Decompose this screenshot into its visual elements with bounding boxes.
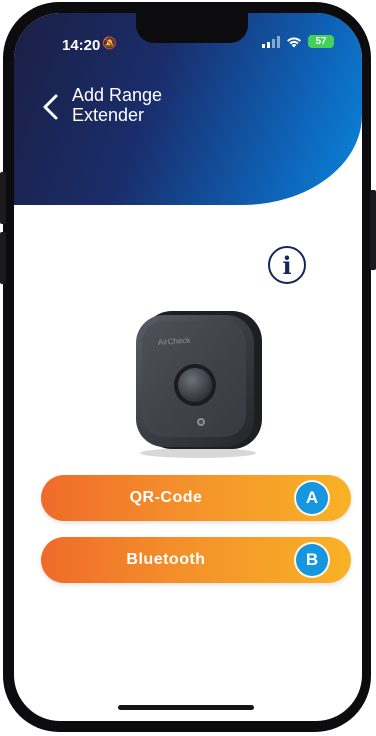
bell-slash-icon: 🔕 [102,36,117,50]
battery-icon: 57 [308,35,334,48]
option-a-badge: A [296,482,328,514]
page-title: Add Range Extender [72,85,163,125]
chevron-left-icon [43,94,58,120]
camera-notch [136,13,248,43]
wifi-icon [287,37,301,47]
screen: 14:20 🔕 57 Add Range Extender i AirCheck… [14,13,362,721]
info-icon: i [282,250,292,280]
volume-down-side-button [0,232,6,284]
qr-code-button[interactable]: QR-Code A [41,475,351,521]
bluetooth-label: Bluetooth [126,551,206,568]
back-button[interactable] [40,87,62,127]
bluetooth-button[interactable]: Bluetooth B [41,537,351,583]
power-side-button [370,190,376,270]
info-button[interactable]: i [268,246,306,284]
volume-up-side-button [0,172,6,224]
option-b-badge: B [296,544,328,576]
qr-code-label: QR-Code [129,489,203,506]
status-indicators: 57 [262,35,334,48]
range-extender-device-image: AirCheck [136,311,262,458]
cellular-signal-icon [262,35,280,48]
status-time: 14:20 [62,37,101,54]
home-indicator[interactable] [118,705,254,710]
